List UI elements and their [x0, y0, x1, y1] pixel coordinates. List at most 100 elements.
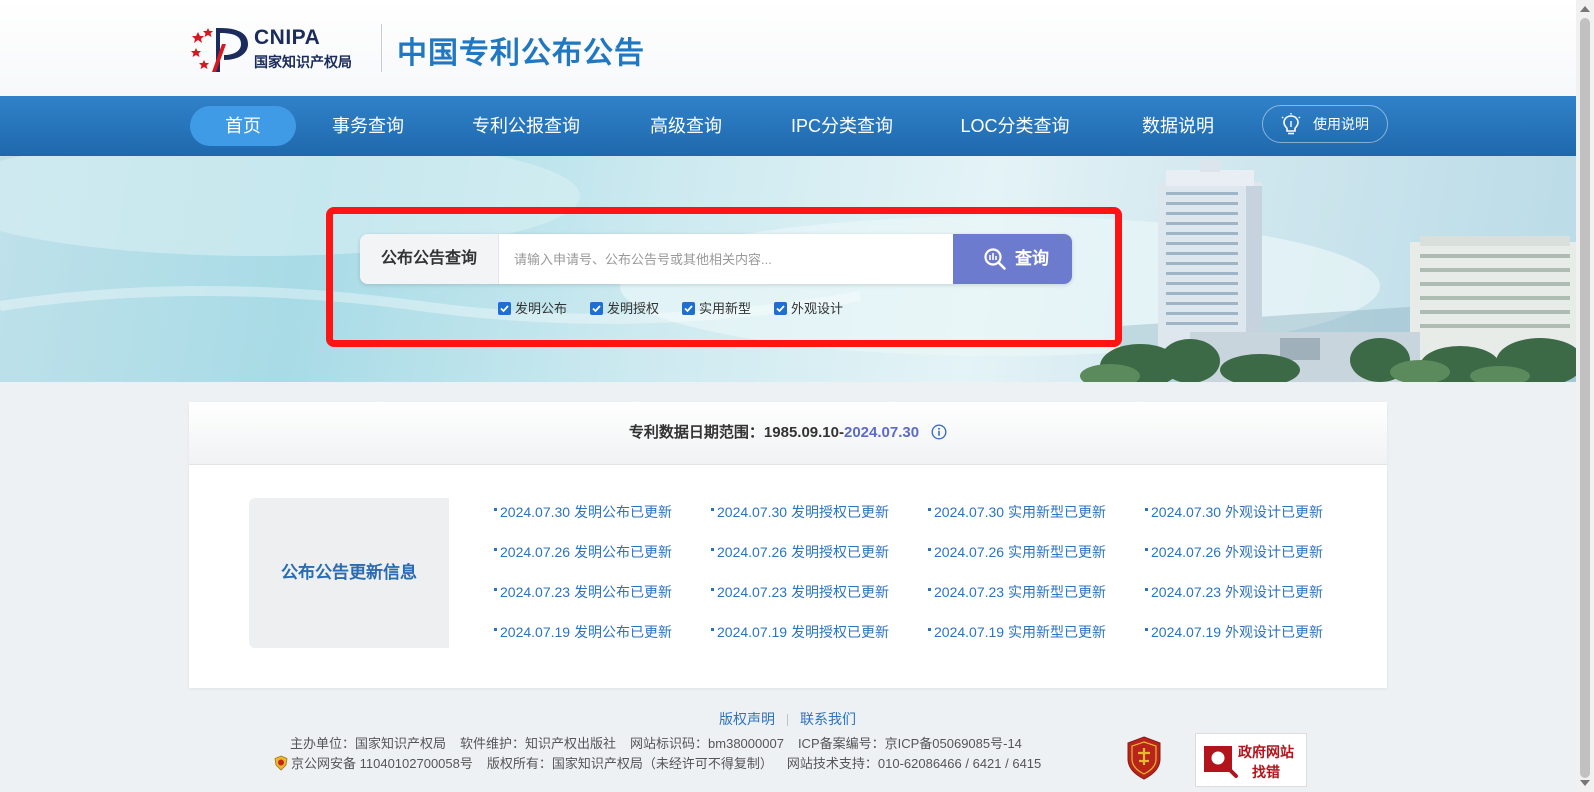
- nav-item-affairs-query[interactable]: 事务查询: [320, 106, 416, 146]
- nav-item-home[interactable]: 首页: [190, 106, 296, 146]
- date-range-text: 专利数据日期范围：1985.09.10-2024.07.30: [189, 402, 1387, 464]
- scroll-thumb[interactable]: [1580, 18, 1590, 778]
- bullet-icon: [928, 507, 931, 511]
- bullet-icon: [711, 627, 714, 631]
- update-link[interactable]: 2024.07.23 实用新型已更新: [928, 582, 1106, 602]
- main-panel: 专利数据日期范围：1985.09.10-2024.07.30 公布公告更新信息 …: [189, 402, 1387, 688]
- cnipa-logo-icon: [191, 28, 248, 72]
- logo-text-en: CNIPA: [254, 26, 321, 49]
- gov-website-label: 政府网站: [1238, 744, 1294, 760]
- update-link-text: 2024.07.30 发明公布已更新: [500, 504, 672, 520]
- footer-link-divider: [787, 714, 788, 727]
- bullet-icon: [1145, 547, 1148, 551]
- site-title: 中国专利公布公告: [397, 37, 645, 70]
- update-link[interactable]: 2024.07.26 发明授权已更新: [711, 542, 889, 562]
- update-link-text: 2024.07.19 发明授权已更新: [717, 624, 889, 640]
- date-range-end: 2024.07.30: [844, 424, 920, 441]
- update-link[interactable]: 2024.07.30 发明授权已更新: [711, 502, 889, 522]
- footer-police-record[interactable]: 京公网安备 11040102700058号: [291, 756, 473, 771]
- nav-item-ipc-query[interactable]: IPC分类查询: [780, 106, 904, 146]
- logo-text-cn: 国家知识产权局: [254, 55, 352, 71]
- gov-website-error-report[interactable]: 政府网站 找错: [1195, 733, 1307, 787]
- checkbox-label: 发明授权: [607, 301, 660, 316]
- footer-rights: 版权所有：国家知识产权局（未经许可不得复制）: [486, 756, 773, 771]
- bullet-icon: [928, 587, 931, 591]
- nav-item-data-description[interactable]: 数据说明: [1130, 106, 1226, 146]
- update-link-text: 2024.07.23 发明公布已更新: [500, 584, 672, 600]
- update-link[interactable]: 2024.07.23 发明授权已更新: [711, 582, 889, 602]
- bullet-icon: [711, 547, 714, 551]
- update-link[interactable]: 2024.07.30 实用新型已更新: [928, 502, 1106, 522]
- nav-item-gazette-query[interactable]: 专利公报查询: [464, 106, 588, 146]
- cnipa-logo[interactable]: CNIPA 国家知识产权局: [190, 22, 380, 74]
- bullet-icon: [494, 627, 497, 631]
- party-badge-icon[interactable]: [1124, 735, 1164, 781]
- search-button-label: 查询: [1015, 249, 1049, 268]
- update-link[interactable]: 2024.07.23 发明公布已更新: [494, 582, 672, 602]
- checkbox-checked-icon: [774, 302, 787, 315]
- footer-info-line-1: 主办单位：国家知识产权局 软件维护：知识产权出版社 网站标识码：bm38000007…: [290, 733, 1036, 752]
- bullet-icon: [928, 627, 931, 631]
- bullet-icon: [1145, 587, 1148, 591]
- update-link[interactable]: 2024.07.26 发明公布已更新: [494, 542, 672, 562]
- copyright-statement-link[interactable]: 版权声明: [719, 711, 775, 727]
- update-link-text: 2024.07.30 发明授权已更新: [717, 504, 889, 520]
- checkbox-label: 发明公布: [515, 301, 568, 316]
- update-link-text: 2024.07.19 实用新型已更新: [934, 624, 1106, 640]
- update-link[interactable]: 2024.07.19 实用新型已更新: [928, 622, 1106, 642]
- update-link[interactable]: 2024.07.26 外观设计已更新: [1145, 542, 1323, 562]
- scroll-up-arrow-icon[interactable]: [1580, 6, 1590, 12]
- checkbox-label: 外观设计: [791, 301, 844, 316]
- footer-links: 版权声明 联系我们: [719, 709, 856, 729]
- nav-item-advanced-query[interactable]: 高级查询: [638, 106, 734, 146]
- date-range-prefix: 专利数据日期范围：1985.09.10-: [628, 424, 844, 441]
- nav-item-loc-query[interactable]: LOC分类查询: [950, 106, 1080, 146]
- contact-us-link[interactable]: 联系我们: [800, 711, 856, 727]
- footer-icp[interactable]: ICP备案编号：京ICP备05069085号-14: [798, 736, 1022, 751]
- checkbox-checked-icon: [498, 302, 511, 315]
- search-button[interactable]: 查询: [953, 234, 1072, 284]
- footer-info-line-2: 京公网安备 11040102700058号 版权所有：国家知识产权局（未经许可不得…: [273, 753, 1055, 772]
- update-link-text: 2024.07.30 外观设计已更新: [1151, 504, 1323, 520]
- bullet-icon: [711, 507, 714, 511]
- search-bar: 公布公告查询 查询: [360, 234, 1072, 284]
- main-nav: 首页 事务查询 专利公报查询 高级查询 IPC分类查询 LOC分类查询 数据说明…: [0, 96, 1576, 156]
- update-link-text: 2024.07.26 实用新型已更新: [934, 544, 1106, 560]
- bullet-icon: [928, 547, 931, 551]
- update-link-text: 2024.07.26 发明公布已更新: [500, 544, 672, 560]
- update-link-text: 2024.07.19 外观设计已更新: [1151, 624, 1323, 640]
- update-link[interactable]: 2024.07.30 外观设计已更新: [1145, 502, 1323, 522]
- scroll-down-arrow-icon[interactable]: [1580, 780, 1590, 786]
- help-button-label: 使用说明: [1313, 116, 1369, 132]
- update-info-title: 公布公告更新信息: [281, 563, 417, 582]
- date-range-bar: 专利数据日期范围：1985.09.10-2024.07.30: [189, 402, 1387, 465]
- update-link-text: 2024.07.26 外观设计已更新: [1151, 544, 1323, 560]
- checkbox-checked-icon: [682, 302, 695, 315]
- footer-maintenance: 软件维护：知识产权出版社: [460, 736, 617, 751]
- find-error-label: 找错: [1252, 764, 1280, 780]
- footer-tech-support: 网站技术支持：010-62086466 / 6421 / 6415: [786, 756, 1042, 771]
- police-badge-icon: [274, 755, 288, 771]
- bullet-icon: [711, 587, 714, 591]
- help-button[interactable]: 使用说明: [1262, 105, 1388, 143]
- update-link[interactable]: 2024.07.19 外观设计已更新: [1145, 622, 1323, 642]
- bulb-icon: [1281, 113, 1301, 135]
- update-link[interactable]: 2024.07.19 发明授权已更新: [711, 622, 889, 642]
- search-icon: [984, 248, 1006, 270]
- update-link[interactable]: 2024.07.26 实用新型已更新: [928, 542, 1106, 562]
- update-link[interactable]: 2024.07.23 外观设计已更新: [1145, 582, 1323, 602]
- bullet-icon: [494, 587, 497, 591]
- header-divider: [381, 24, 382, 72]
- search-category-label: 公布公告查询: [360, 234, 499, 284]
- footer-site-id: 网站标识码：bm38000007: [630, 736, 784, 751]
- vertical-scrollbar[interactable]: [1576, 0, 1594, 792]
- update-link[interactable]: 2024.07.19 发明公布已更新: [494, 622, 672, 642]
- update-link-text: 2024.07.23 外观设计已更新: [1151, 584, 1323, 600]
- footer-host: 主办单位：国家知识产权局: [290, 736, 447, 751]
- info-icon[interactable]: [931, 424, 947, 440]
- search-input[interactable]: [500, 234, 912, 284]
- update-link[interactable]: 2024.07.30 发明公布已更新: [494, 502, 672, 522]
- checkbox-checked-icon: [590, 302, 603, 315]
- bullet-icon: [1145, 507, 1148, 511]
- update-link-text: 2024.07.23 发明授权已更新: [717, 584, 889, 600]
